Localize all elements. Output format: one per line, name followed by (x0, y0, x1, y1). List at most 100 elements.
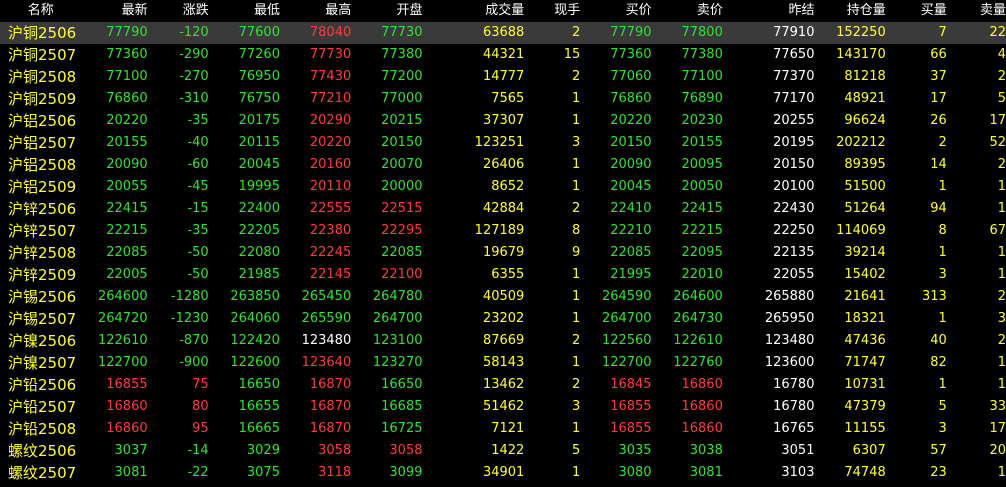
cell-change: -15 (187, 201, 209, 216)
quote-row[interactable]: 沪锌2506 22415 -15 22400 22555 22515 42884 2 22410… (0, 198, 1006, 220)
cell-last-qty: 1 (572, 289, 581, 304)
cell-ask: 122760 (673, 355, 723, 370)
column-header-low[interactable]: 最低 (209, 0, 280, 22)
quote-row[interactable]: 螺纹2506 3037 -14 3029 3058 3058 1422 5 3035 3038 30… (0, 440, 1006, 462)
cell-ask: 22215 (681, 223, 723, 238)
cell-open: 16725 (381, 421, 423, 436)
quote-row[interactable]: 沪铜2509 76860 -310 76750 77210 77000 7565 1 76860… (0, 88, 1006, 110)
quote-row[interactable]: 沪铅2508 16860 95 16665 16870 16725 7121 1 16855 16… (0, 418, 1006, 440)
cell-change: -50 (187, 267, 209, 282)
cell-bid: 16855 (610, 421, 652, 436)
cell-last: 16860 (106, 421, 148, 436)
cell-last-qty: 1 (572, 113, 581, 128)
cell-name: 沪铜2509 (8, 90, 77, 108)
cell-low: 16655 (238, 399, 280, 414)
cell-bid: 20150 (610, 135, 652, 150)
quote-row[interactable]: 沪锌2509 22005 -50 21985 22145 22100 6355 1 21995 2… (0, 264, 1006, 286)
cell-ask-qty: 20 (989, 443, 1006, 458)
column-header-ask[interactable]: 卖价 (652, 0, 723, 22)
cell-high: 20110 (309, 179, 352, 194)
cell-bid-qty: 1 (938, 245, 947, 260)
column-header-open[interactable]: 开盘 (351, 0, 422, 22)
cell-bid-qty: 2 (938, 135, 947, 150)
cell-volume: 42884 (482, 201, 525, 216)
cell-ask-qty: 1 (997, 179, 1006, 194)
quote-row[interactable]: 沪镍2506 122610 -870 122420 123480 123100 87669 2… (0, 330, 1006, 352)
cell-open-interest: 51264 (844, 201, 886, 216)
cell-name: 沪镍2506 (8, 332, 77, 350)
cell-open-interest: 18321 (844, 311, 886, 326)
cell-bid: 20220 (610, 113, 652, 128)
quote-row[interactable]: 沪铅2507 16860 80 16655 16870 16685 51462 3 16855 1… (0, 396, 1006, 418)
quote-row[interactable]: 沪铜2506 77790 -120 77600 78040 77730 63688 2 7779… (0, 22, 1006, 44)
column-header-bid-qty[interactable]: 买量 (886, 0, 947, 22)
cell-open: 3058 (389, 443, 423, 458)
quote-row[interactable]: 沪镍2507 122700 -900 122600 123640 123270 58143 1… (0, 352, 1006, 374)
cell-open: 20150 (381, 135, 423, 150)
quote-row[interactable]: 沪锡2507 264720 -1230 264060 265590 264700 23202… (0, 308, 1006, 330)
cell-last: 22415 (106, 201, 148, 216)
quote-row[interactable]: 沪铝2507 20155 -40 20115 20220 20150 123251 3 2015… (0, 132, 1006, 154)
cell-low: 3029 (246, 443, 280, 458)
cell-volume: 63688 (422, 22, 525, 44)
cell-bid: 3035 (618, 443, 652, 458)
column-header-last-qty[interactable]: 现手 (524, 0, 580, 22)
cell-volume: 23202 (482, 311, 525, 326)
cell-bid: 3080 (618, 465, 652, 480)
cell-volume: 87669 (482, 333, 525, 348)
cell-last-qty: 2 (572, 69, 581, 84)
column-header-high[interactable]: 最高 (280, 0, 351, 22)
cell-last-qty: 1 (572, 311, 581, 326)
cell-prev-settle: 22430 (773, 201, 815, 216)
quote-row[interactable]: 沪铅2506 16855 75 16650 16870 16650 13462 2 16845 1… (0, 374, 1006, 396)
cell-open: 22515 (381, 201, 423, 216)
cell-ask-qty: 1 (997, 245, 1006, 260)
cell-last-qty: 9 (572, 245, 581, 260)
column-header-volume[interactable]: 成交量 (423, 0, 524, 22)
cell-bid: 77790 (580, 22, 652, 44)
column-header-change[interactable]: 涨跌 (148, 0, 209, 22)
quote-row[interactable]: 沪锌2508 22085 -50 22080 22245 22085 19679 9 22085… (0, 242, 1006, 264)
column-header-bid[interactable]: 买价 (580, 0, 652, 22)
cell-name: 沪铜2506 (0, 22, 82, 44)
quote-row[interactable]: 沪铝2509 20055 -45 19995 20110 20000 8652 1 20045 2… (0, 176, 1006, 198)
quote-row[interactable]: 沪铜2507 77360 -290 77260 77730 77380 44321 15 773… (0, 44, 1006, 66)
column-header-name[interactable]: 名称 (0, 0, 81, 22)
column-header-prev-settle[interactable]: 昨结 (723, 0, 814, 22)
column-header-last[interactable]: 最新 (81, 0, 148, 22)
cell-bid: 264700 (601, 311, 652, 326)
cell-name: 螺纹2506 (8, 442, 77, 460)
cell-low: 76950 (238, 69, 280, 84)
cell-ask-qty: 1 (997, 377, 1006, 392)
cell-last: 122610 (97, 333, 148, 348)
cell-last: 77790 (81, 22, 148, 44)
cell-high: 20220 (309, 135, 352, 150)
cell-low: 16665 (238, 421, 280, 436)
quote-row[interactable]: 沪铝2508 20090 -60 20045 20160 20070 26406 1 20090… (0, 154, 1006, 176)
cell-change: -35 (187, 223, 209, 238)
cell-last-qty: 3 (572, 135, 581, 150)
column-header-ask-qty[interactable]: 卖量 (947, 0, 1006, 22)
cell-high: 16870 (309, 377, 352, 392)
quote-row[interactable]: 沪锡2506 264600 -1280 263850 265450 264780 40509… (0, 286, 1006, 308)
cell-low: 20175 (238, 113, 280, 128)
cell-prev-settle: 20150 (773, 157, 815, 172)
cell-bid-qty: 1 (938, 179, 947, 194)
cell-open: 77380 (381, 47, 423, 62)
cell-low: 20115 (238, 135, 280, 150)
cell-bid: 122700 (601, 355, 652, 370)
quote-row[interactable]: 沪锌2507 22215 -35 22205 22380 22295 127189 8 2221… (0, 220, 1006, 242)
cell-open: 264700 (372, 311, 423, 326)
cell-last-qty: 5 (572, 443, 581, 458)
quote-row[interactable]: 螺纹2507 3081 -22 3075 3118 3099 34901 1 3080 3081 3… (0, 462, 1006, 484)
cell-last-qty: 2 (572, 377, 581, 392)
cell-open-interest: 11155 (844, 421, 886, 436)
cell-open: 123270 (372, 355, 423, 370)
cell-prev-settle: 20195 (773, 135, 815, 150)
cell-open: 20070 (381, 157, 423, 172)
cell-change: -290 (179, 47, 209, 62)
column-header-open-interest[interactable]: 持仓量 (814, 0, 886, 22)
quote-row[interactable]: 沪铝2506 20220 -35 20175 20290 20215 37307 1 20220… (0, 110, 1006, 132)
cell-open: 3099 (389, 465, 423, 480)
quote-row[interactable]: 沪铜2508 77100 -270 76950 77430 77200 14777 2 7706… (0, 66, 1006, 88)
